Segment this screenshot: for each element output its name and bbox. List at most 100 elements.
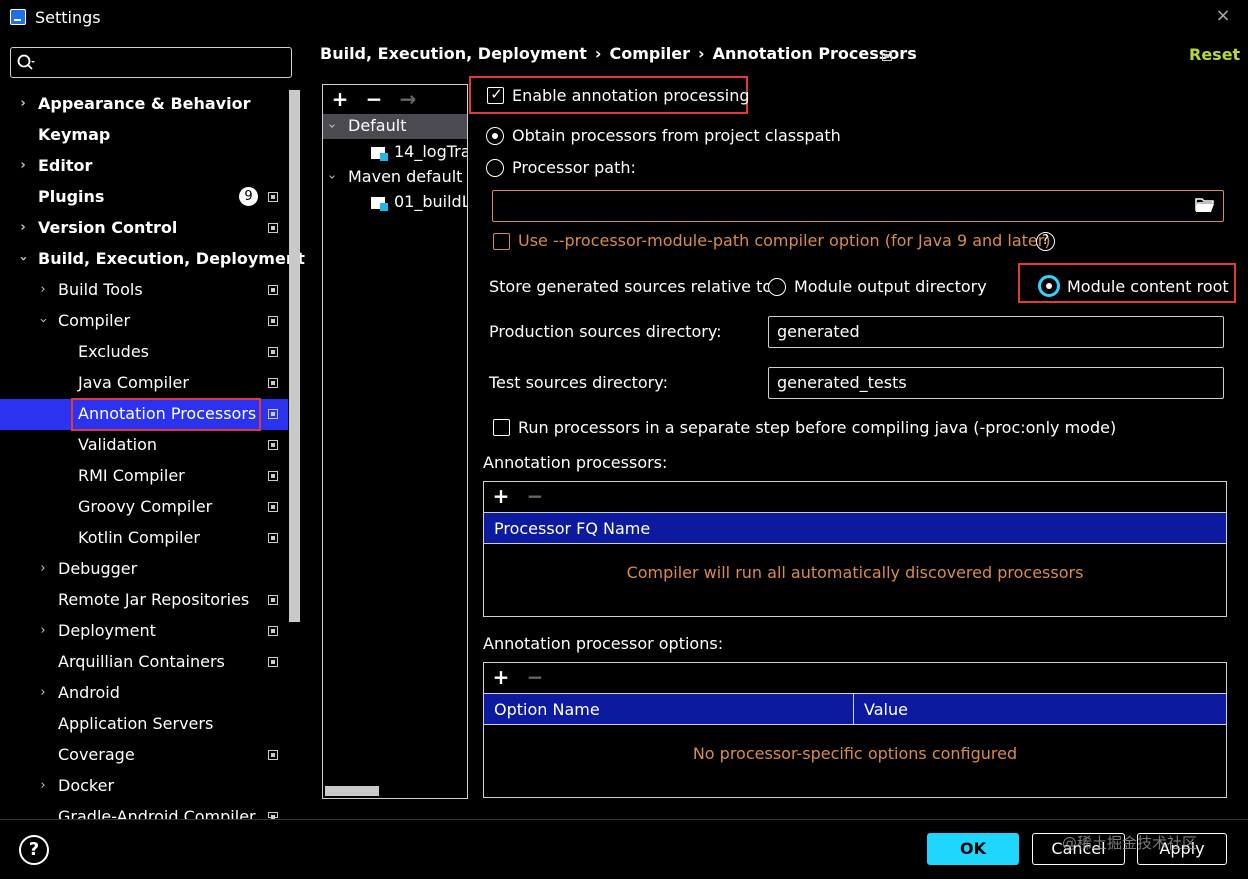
sidebar-item-editor[interactable]: › Editor [20, 150, 92, 181]
option-value-column[interactable]: Value [854, 693, 1226, 725]
chevron-down-icon[interactable]: › [317, 119, 345, 133]
profile-label: 14_logTra [394, 142, 467, 161]
option-name-column[interactable]: Option Name [484, 693, 854, 725]
close-icon[interactable]: × [1212, 5, 1234, 27]
run-separate-step-label: Run processors in a separate step before… [518, 418, 1117, 437]
sidebar-item-label: Version Control [38, 218, 178, 237]
add-option-button[interactable]: + [490, 666, 512, 688]
chevron-right-icon[interactable]: › [36, 770, 50, 801]
project-level-icon [268, 812, 278, 819]
sidebar-item-gradle-android-compiler[interactable]: Gradle-Android Compiler [58, 801, 256, 819]
chevron-right-icon[interactable]: › [36, 677, 50, 708]
run-separate-step-checkbox[interactable] [493, 419, 510, 436]
search-input[interactable] [10, 47, 292, 78]
add-processor-button[interactable]: + [490, 485, 512, 507]
annotation-processors-table [483, 481, 1227, 617]
project-level-icon [268, 347, 278, 357]
annotation-processors-highlight-box [71, 398, 261, 431]
sidebar-item-label: Kotlin Compiler [78, 528, 200, 547]
chevron-down-icon[interactable]: › [8, 252, 39, 266]
sidebar-item-excludes[interactable]: Excludes [78, 336, 149, 367]
sidebar-item-docker[interactable]: › Docker [40, 770, 114, 801]
sidebar-item-deployment[interactable]: › Deployment [40, 615, 155, 646]
folder-open-icon[interactable] [1195, 197, 1215, 213]
sidebar-item-debugger[interactable]: › Debugger [40, 553, 137, 584]
intellij-app-icon [10, 9, 26, 25]
test-sources-field[interactable]: generated_tests [768, 367, 1224, 399]
sidebar-item-compiler[interactable]: › Compiler [36, 305, 131, 336]
sidebar-scrollbar[interactable] [289, 90, 300, 622]
remove-option-button[interactable]: − [524, 666, 546, 688]
remove-profile-button[interactable]: − [363, 88, 385, 110]
processor-module-path-label: Use --processor-module-path compiler opt… [518, 231, 1051, 250]
chevron-down-icon[interactable]: › [28, 314, 59, 328]
chevron-right-icon[interactable]: › [36, 553, 50, 584]
sidebar-item-validation[interactable]: Validation [78, 429, 157, 460]
project-level-icon [268, 440, 278, 450]
add-profile-button[interactable]: + [329, 88, 351, 110]
sidebar-item-kotlin-compiler[interactable]: Kotlin Compiler [78, 522, 200, 553]
chevron-right-icon[interactable]: › [36, 274, 50, 305]
sidebar-item-label: Docker [58, 776, 115, 795]
chevron-right-icon[interactable]: › [16, 150, 30, 181]
breadcrumb-separator: › [698, 44, 705, 63]
sidebar-item-remote-jar-repositories[interactable]: Remote Jar Repositories [58, 584, 249, 615]
sidebar-item-label: Gradle-Android Compiler [58, 807, 256, 819]
sidebar-item-label: Compiler [58, 311, 131, 330]
sidebar-item-version-control[interactable]: › Version Control [20, 212, 177, 243]
sidebar-item-groovy-compiler[interactable]: Groovy Compiler [78, 491, 212, 522]
profiles-horizontal-scrollbar[interactable] [325, 786, 379, 796]
profile-label: Default [348, 116, 407, 135]
options-empty-text: No processor-specific options configured [692, 744, 1018, 763]
profile-label: 01_buildL [394, 192, 467, 211]
sidebar-item-label: Application Servers [58, 714, 214, 733]
sidebar-item-android[interactable]: › Android [40, 677, 119, 708]
move-profile-button[interactable]: → [397, 88, 419, 110]
processor-path-field[interactable] [492, 190, 1224, 222]
profile-module-01-buildl[interactable]: 01_buildL [370, 188, 467, 216]
ok-button[interactable]: OK [927, 833, 1019, 865]
help-button[interactable]: ? [19, 835, 49, 865]
processor-module-path-checkbox[interactable] [493, 233, 510, 250]
project-level-icon [882, 51, 892, 61]
remove-processor-button[interactable]: − [524, 485, 546, 507]
chevron-right-icon[interactable]: › [16, 212, 30, 243]
sidebar-item-build-execution-deployment[interactable]: › Build, Execution, Deployment [16, 243, 305, 274]
processor-fq-name-column[interactable]: Processor FQ Name [484, 512, 1226, 544]
sidebar-item-rmi-compiler[interactable]: RMI Compiler [78, 460, 185, 491]
project-level-icon [268, 750, 278, 760]
sidebar-item-plugins[interactable]: Plugins [38, 181, 104, 212]
sidebar-item-java-compiler[interactable]: Java Compiler [78, 367, 189, 398]
chevron-right-icon[interactable]: › [36, 615, 50, 646]
breadcrumb-separator: › [594, 44, 602, 63]
enable-annotation-processing-checkbox[interactable] [487, 85, 505, 104]
processor-path-radio[interactable] [486, 159, 504, 177]
module-output-directory-radio[interactable] [768, 278, 786, 296]
help-question-icon[interactable]: ? [1036, 232, 1055, 251]
chevron-right-icon[interactable]: › [16, 88, 30, 119]
profile-module-14-logtra[interactable]: 14_logTra [370, 138, 467, 166]
sidebar-item-label: Keymap [38, 125, 111, 144]
chevron-down-icon[interactable]: › [326, 170, 345, 184]
module-content-root-radio[interactable] [1038, 275, 1060, 297]
breadcrumb: Build, Execution, Deployment › Compiler › An… [320, 44, 917, 68]
obtain-from-classpath-radio[interactable] [486, 127, 504, 145]
search-icon[interactable] [16, 53, 36, 73]
sidebar-item-label: Groovy Compiler [78, 497, 213, 516]
sidebar-item-appearance[interactable]: › Appearance & Behavior [20, 88, 250, 119]
sidebar-item-arquillian-containers[interactable]: Arquillian Containers [58, 646, 225, 677]
profile-maven-default[interactable]: › Maven default a [326, 163, 467, 191]
sidebar-item-build-tools[interactable]: › Build Tools [40, 274, 143, 305]
profile-default[interactable]: › Default [324, 112, 407, 140]
sidebar-item-label: Build Tools [58, 280, 143, 299]
production-sources-field[interactable]: generated [768, 316, 1224, 348]
project-level-icon [268, 533, 278, 543]
test-sources-label: Test sources directory: [489, 373, 668, 392]
plugins-updates-badge: 9 [239, 187, 258, 206]
reset-link[interactable]: Reset [1189, 45, 1240, 64]
sidebar-item-coverage[interactable]: Coverage [58, 739, 135, 770]
project-level-icon [268, 223, 278, 233]
sidebar-item-application-servers[interactable]: Application Servers [58, 708, 213, 739]
processor-options-title: Annotation processor options: [483, 634, 724, 653]
sidebar-item-keymap[interactable]: Keymap [38, 119, 110, 150]
